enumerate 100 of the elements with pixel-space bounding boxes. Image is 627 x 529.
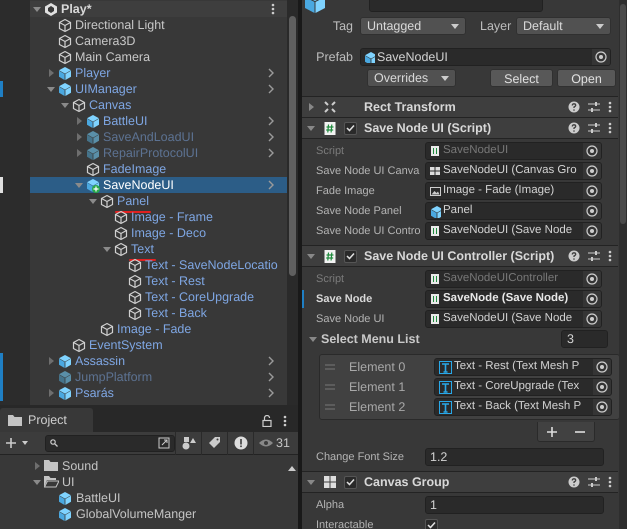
prefab-select-button[interactable]: Select [490, 69, 553, 87]
hierarchy-row[interactable]: Main Camera [30, 49, 287, 65]
more-options-icon[interactable] [271, 3, 275, 15]
hierarchy-row[interactable]: Text - Back [30, 305, 287, 321]
cube-outline-icon [128, 306, 142, 320]
hierarchy-row[interactable]: Image - Frame [30, 209, 287, 225]
hierarchy-row[interactable]: Text - CoreUpgrade [30, 289, 287, 305]
object-field[interactable]: SaveNode (Save Node) [425, 290, 602, 308]
enable-checkbox[interactable] [344, 476, 357, 488]
folder-icon [8, 414, 22, 426]
prefab-open-button[interactable]: Open [557, 69, 616, 87]
help-icon[interactable] [568, 101, 580, 113]
hidden-count: 31 [276, 434, 290, 452]
settings-sliders-icon[interactable] [588, 476, 600, 488]
prefab-field[interactable]: SaveNodeUI [360, 48, 611, 66]
cube-outline-icon [58, 34, 72, 48]
object-name: Player [75, 64, 110, 82]
object-field[interactable]: SaveNodeUI (Canvas Gro [425, 162, 602, 180]
layer-label: Layer [480, 18, 512, 35]
more-options-icon[interactable] [608, 122, 612, 134]
component-title: Canvas Group [364, 474, 450, 491]
hierarchy-row[interactable]: Play* [30, 1, 287, 17]
more-options-icon[interactable] [608, 250, 612, 262]
dropdown-arrow-icon [451, 24, 459, 28]
lock-icon[interactable] [262, 415, 272, 427]
overrides-dropdown[interactable]: Overrides [367, 69, 456, 87]
project-item[interactable]: UI [30, 474, 286, 490]
hierarchy-row[interactable]: Psarás [30, 385, 287, 401]
hierarchy-row[interactable]: Canvas [30, 97, 287, 113]
object-field[interactable]: SaveNodeUI (Save Node [425, 310, 602, 328]
hierarchy-row[interactable]: Camera3D [30, 33, 287, 49]
add-menu-icon[interactable] [5, 437, 29, 449]
object-field[interactable]: Text - Rest (Text Mesh P [434, 358, 612, 376]
object-field[interactable]: Panel [425, 202, 602, 220]
image-icon [430, 184, 441, 198]
settings-sliders-icon[interactable] [588, 101, 600, 113]
component-header[interactable]: Save Node UI (Script) [302, 118, 618, 139]
cube-outline-icon [72, 98, 86, 112]
hierarchy-row[interactable]: FadeImage [30, 161, 287, 177]
help-icon[interactable] [568, 250, 580, 262]
layer-dropdown[interactable]: Default [516, 17, 611, 35]
shapes-filter-icon[interactable] [182, 436, 196, 450]
hierarchy-row[interactable]: Text - SaveNodeLocatio [30, 257, 287, 273]
component-header[interactable]: Rect Transform [302, 97, 618, 118]
object-name: Text - Rest [145, 272, 205, 290]
object-name: SaveNodeUI [103, 176, 174, 194]
component-header[interactable]: Save Node UI Controller (Script) [302, 246, 618, 267]
object-field[interactable]: SaveNodeUI (Save Node [425, 222, 602, 240]
asset-name: Sound [62, 458, 98, 475]
hierarchy-row[interactable]: Text [30, 241, 287, 257]
dropdown-arrow-icon [441, 76, 449, 80]
field-label: Change Font Size [315, 450, 406, 465]
number-field[interactable]: 1.2 [425, 448, 604, 466]
list-size-field[interactable]: 3 [561, 330, 608, 348]
number-field[interactable]: 1 [425, 496, 604, 514]
object-field[interactable]: Image - Fade (Image) [425, 182, 602, 200]
script-file-icon [430, 144, 441, 158]
component-header[interactable]: Canvas Group [302, 472, 618, 493]
settings-sliders-icon[interactable] [588, 122, 600, 134]
script-file-icon [430, 272, 441, 286]
cube-outline-icon [100, 194, 114, 208]
hierarchy-row[interactable]: Directional Light [30, 17, 287, 33]
help-icon[interactable] [568, 476, 580, 488]
object-name: Text - SaveNodeLocatio [145, 256, 278, 274]
more-options-icon[interactable] [608, 476, 612, 488]
warning-icon[interactable] [234, 436, 248, 450]
more-options-icon[interactable] [608, 101, 612, 113]
cube-outline-icon [100, 322, 114, 336]
enable-checkbox[interactable] [344, 122, 357, 134]
hierarchy-row[interactable]: Player [30, 65, 287, 81]
field-label: Script [315, 144, 346, 159]
object-field[interactable]: Text - CoreUpgrade (Tex [434, 378, 612, 396]
add-icon[interactable] [547, 426, 557, 436]
object-field[interactable]: Text - Back (Text Mesh P [434, 398, 612, 416]
settings-sliders-icon[interactable] [588, 250, 600, 262]
object-name: SaveAndLoadUI [103, 128, 194, 146]
hierarchy-row[interactable]: Panel [30, 193, 287, 209]
cube-outline-icon [72, 338, 86, 352]
tag-icon[interactable] [208, 436, 221, 450]
help-icon[interactable] [568, 122, 580, 134]
enable-checkbox[interactable] [344, 250, 357, 262]
search-field[interactable] [45, 434, 175, 452]
checkbox[interactable] [425, 518, 438, 529]
project-tab[interactable]: Project [0, 408, 93, 432]
scrollbar[interactable] [287, 0, 298, 405]
project-item[interactable]: Sound [30, 458, 286, 474]
hierarchy-row[interactable]: EventSystem [30, 337, 287, 353]
object-name: Image - Fade [117, 320, 192, 338]
more-options-icon[interactable] [283, 415, 287, 427]
hierarchy-row[interactable]: BattleUI [30, 113, 287, 129]
project-item[interactable]: GlobalVolumeManger [30, 506, 286, 522]
object-name: Assassin [75, 352, 126, 370]
hierarchy-row[interactable]: UIManager [30, 81, 287, 97]
tag-dropdown[interactable]: Untagged [360, 17, 466, 35]
prefab-label: Prefab [315, 48, 354, 66]
hierarchy-row[interactable]: Image - Fade [30, 321, 287, 337]
hierarchy-row[interactable]: Text - Rest [30, 273, 287, 289]
hierarchy-row[interactable]: Assassin [30, 353, 287, 369]
hierarchy-row[interactable]: Image - Deco [30, 225, 287, 241]
project-item[interactable]: BattleUI [30, 490, 286, 506]
